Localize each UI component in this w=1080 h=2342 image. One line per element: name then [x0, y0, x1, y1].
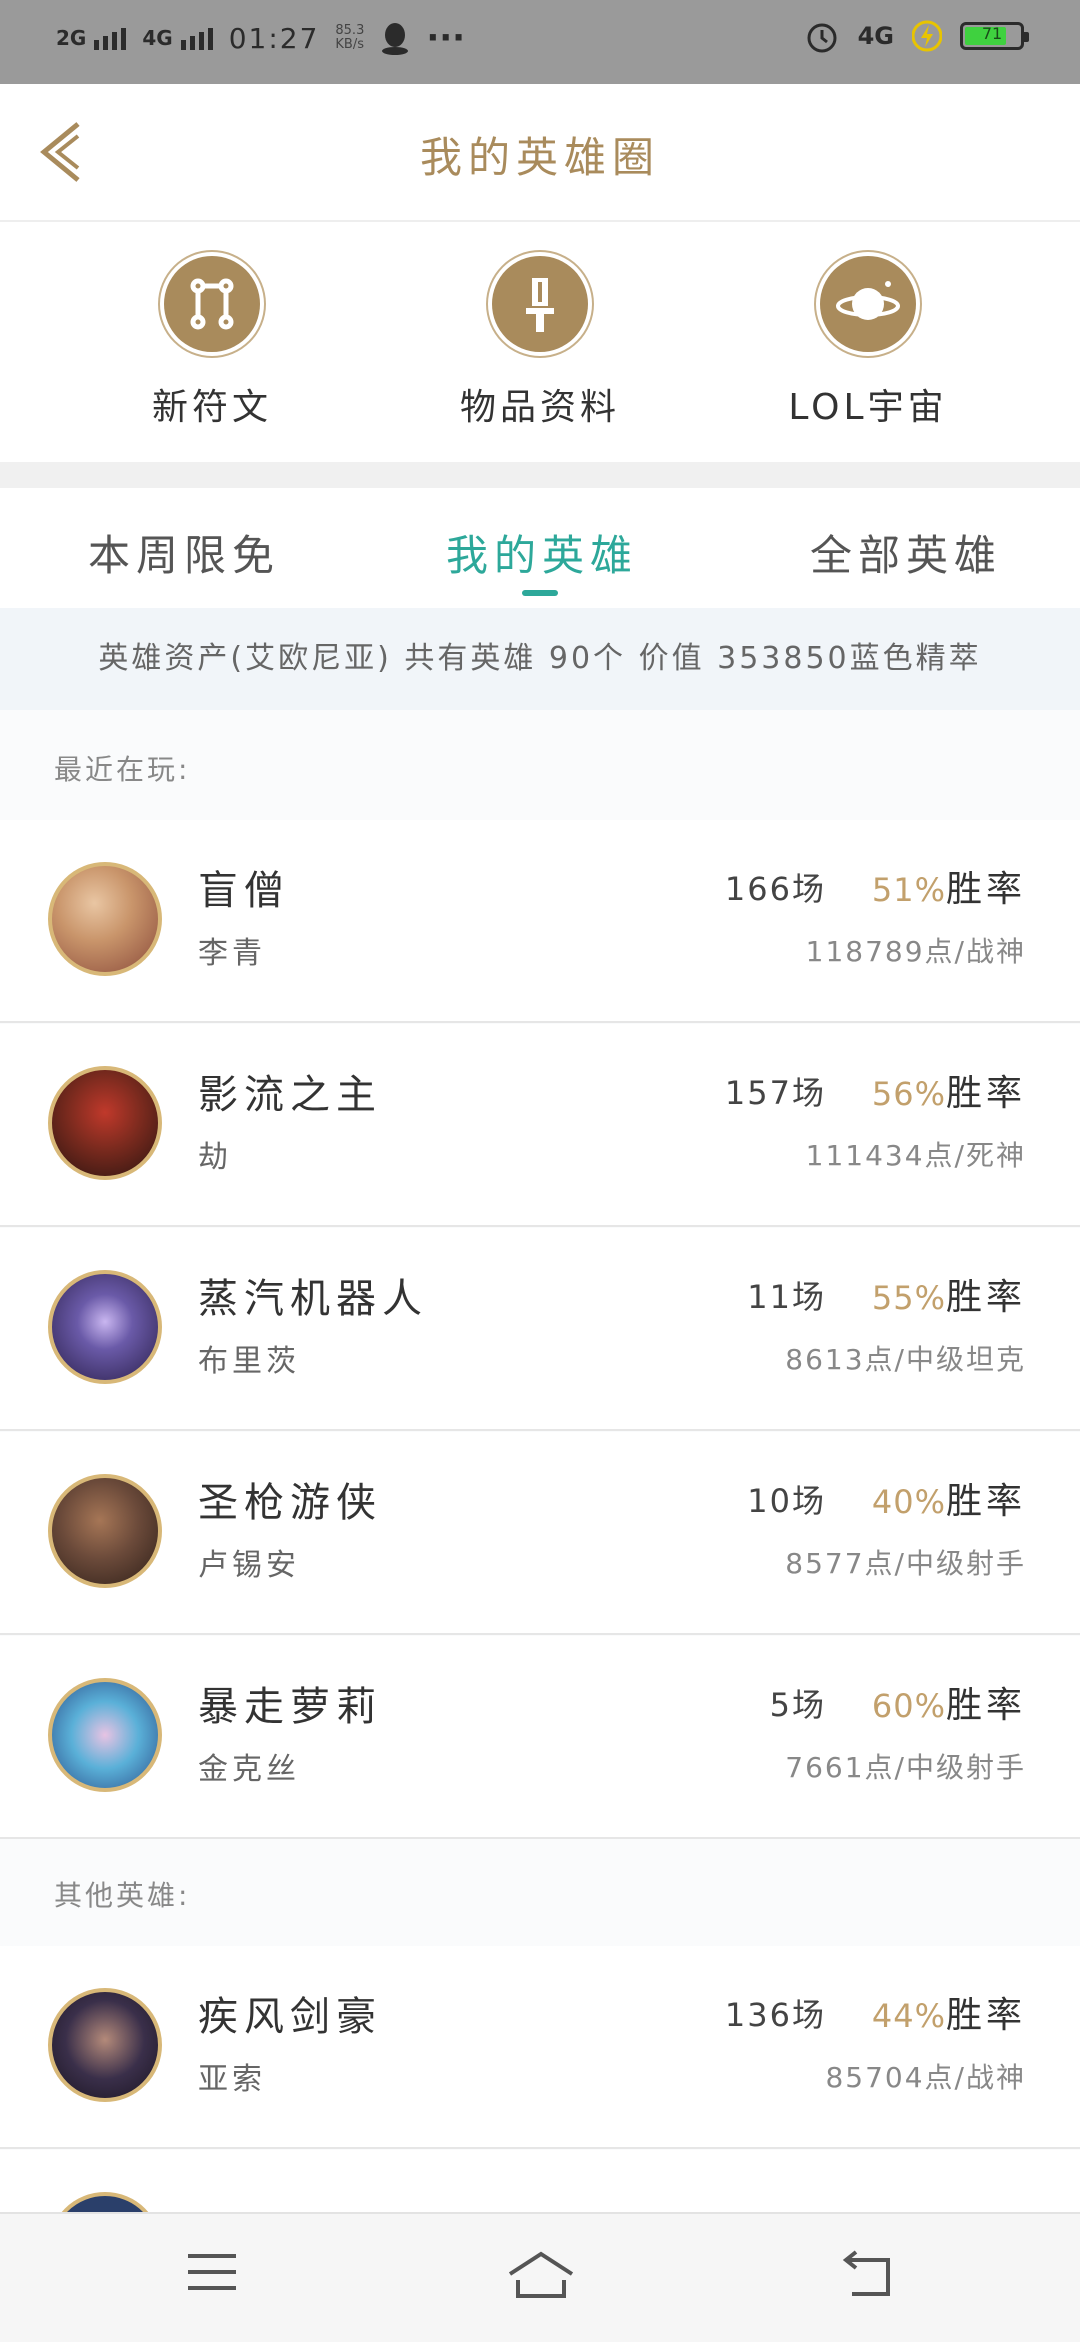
shortcut-label: LOL宇宙: [788, 387, 948, 428]
hero-points: 8577点/中级射手: [785, 1547, 1026, 1580]
hero-title: 疾风剑豪: [198, 1994, 382, 2040]
hero-win-rate: 55%胜率: [872, 1268, 1026, 1320]
shortcut-item-data[interactable]: 物品资料: [420, 256, 660, 430]
hero-games: 166场: [724, 870, 826, 908]
hero-win-rate: 40%胜率: [872, 1472, 1026, 1524]
signal-4g-label: 4G: [142, 26, 173, 50]
hero-win-rate-label: 胜率: [945, 1073, 1026, 1114]
hero-games: 157场: [724, 1074, 826, 1112]
signal-4g-icon: 4G: [142, 26, 213, 50]
clock: 01:27: [228, 21, 320, 55]
rune-icon: [164, 256, 260, 352]
hero-points: 111434点/死神: [805, 1139, 1026, 1172]
network-type: 4G: [857, 22, 894, 50]
battery-icon: 71: [960, 22, 1029, 50]
hero-win-rate-label: 胜率: [945, 1995, 1026, 2036]
active-tab-indicator: [522, 590, 558, 596]
hero-row-jinx[interactable]: 暴走萝莉 金克丝 5场 60%胜率 7661点/中级射手: [0, 1636, 1080, 1839]
hero-avatar: [48, 1270, 162, 1384]
hero-row-lucian[interactable]: 圣枪游侠 卢锡安 10场 40%胜率 8577点/中级射手: [0, 1432, 1080, 1635]
hero-win-rate: 60%胜率: [872, 1676, 1026, 1728]
alarm-icon: [807, 23, 837, 53]
hero-avatar: [48, 1988, 162, 2102]
hero-name: 李青: [198, 936, 266, 971]
hero-win-rate: 44%胜率: [872, 1986, 1026, 2038]
hero-tabs: 本周限免 我的英雄 全部英雄: [0, 488, 1080, 608]
hero-win-rate-label: 胜率: [945, 1277, 1026, 1318]
hero-row-blitzcrank[interactable]: 蒸汽机器人 布里茨 11场 55%胜率 8613点/中级坦克: [0, 1228, 1080, 1431]
section-other-label: 其他英雄:: [54, 1879, 191, 1912]
hero-points: 7661点/中级射手: [785, 1751, 1026, 1784]
hero-avatar: [48, 862, 162, 976]
hero-win-rate: 56%胜率: [872, 1064, 1026, 1116]
hero-win-rate-value: 56%: [871, 1075, 946, 1113]
hero-row-zed[interactable]: 影流之主 劫 157场 56%胜率 111434点/死神: [0, 1024, 1080, 1227]
hero-games: 136场: [724, 1996, 826, 2034]
shortcut-label: 物品资料: [459, 387, 620, 428]
hero-points: 8613点/中级坦克: [785, 1343, 1026, 1376]
hero-points: 85704点/战神: [825, 2061, 1026, 2094]
hero-name: 卢锡安: [198, 1548, 300, 1583]
hero-win-rate-value: 60%: [871, 1687, 946, 1725]
hero-games: 11场: [747, 1278, 826, 1316]
section-divider: [0, 462, 1080, 488]
system-nav-bar: [0, 2212, 1080, 2342]
net-speed-value: 85.3: [335, 23, 365, 38]
hero-win-rate-label: 胜率: [945, 869, 1026, 910]
hero-row-lee-sin[interactable]: 盲僧 李青 166场 51%胜率 118789点/战神: [0, 820, 1080, 1023]
hero-win-rate-label: 胜率: [945, 1685, 1026, 1726]
tab-weekly-free[interactable]: 本周限免: [88, 522, 280, 583]
hero-name: 亚索: [198, 2062, 266, 2097]
hero-name: 布里茨: [198, 1344, 300, 1379]
signal-2g-label: 2G: [56, 26, 87, 50]
hero-avatar: [48, 1678, 162, 1792]
page-title: 我的英雄圈: [419, 133, 660, 182]
net-speed: 85.3 KB/s: [335, 24, 364, 52]
menu-icon[interactable]: [186, 2250, 238, 2294]
hero-title: 盲僧: [198, 868, 290, 914]
hero-avatar: [48, 1474, 162, 1588]
status-bar: 2G 4G 01:27 85.3 KB/s ··· 4G 71: [0, 0, 1080, 84]
qq-icon: [382, 23, 409, 55]
back-icon[interactable]: [842, 2250, 896, 2298]
hero-row-yasuo[interactable]: 疾风剑豪 亚索 136场 44%胜率 85704点/战神: [0, 1946, 1080, 2149]
tab-my-heroes[interactable]: 我的英雄: [446, 522, 638, 583]
more-notifications: ···: [426, 18, 466, 58]
hero-win-rate-label: 胜率: [945, 1481, 1026, 1522]
shortcut-new-runes[interactable]: 新符文: [92, 256, 332, 430]
home-icon[interactable]: [506, 2250, 576, 2300]
charging-icon: [912, 20, 942, 52]
hero-win-rate-value: 44%: [871, 1997, 946, 2035]
planet-icon: [820, 256, 916, 352]
hero-win-rate-value: 55%: [871, 1279, 946, 1317]
hero-points: 118789点/战神: [805, 935, 1026, 968]
hero-name: 金克丝: [198, 1752, 300, 1787]
hero-win-rate-value: 40%: [871, 1483, 946, 1521]
hero-games: 10场: [747, 1482, 826, 1520]
shortcut-bar: 新符文 物品资料 LOL宇宙: [0, 222, 1080, 462]
tab-all-heroes[interactable]: 全部英雄: [810, 522, 1002, 583]
sword-icon: [492, 256, 588, 352]
hero-title: 蒸汽机器人: [198, 1276, 428, 1322]
shortcut-label: 新符文: [151, 387, 272, 428]
top-app-bar: 我的英雄圈: [0, 84, 1080, 222]
hero-avatar: [48, 1066, 162, 1180]
asset-summary: 英雄资产(艾欧尼亚) 共有英雄 90个 价值 353850蓝色精萃: [0, 608, 1080, 710]
hero-games: 5场: [769, 1686, 826, 1724]
hero-title: 影流之主: [198, 1072, 382, 1118]
shortcut-lol-universe[interactable]: LOL宇宙: [748, 256, 988, 430]
section-recent-label: 最近在玩:: [54, 753, 191, 786]
hero-name: 劫: [198, 1140, 232, 1175]
signal-2g-icon: 2G: [56, 26, 127, 50]
hero-win-rate: 51%胜率: [872, 860, 1026, 912]
net-speed-unit: KB/s: [335, 37, 364, 52]
hero-title: 暴走萝莉: [198, 1684, 382, 1730]
hero-title: 圣枪游侠: [198, 1480, 382, 1526]
hero-win-rate-value: 51%: [871, 871, 946, 909]
battery-level: 71: [981, 24, 1003, 43]
